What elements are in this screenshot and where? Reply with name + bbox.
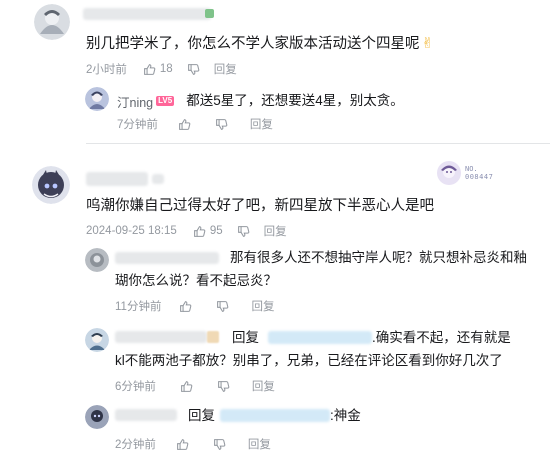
comment-meta: 2024-09-25 18:15 95 回复 xyxy=(86,223,287,239)
mention-blurred[interactable] xyxy=(220,409,330,422)
comment-time: 2024-09-25 18:15 xyxy=(86,225,177,237)
reply-time: 2分钟前 xyxy=(115,439,156,451)
reply-text: 都送5星了，还想要送4星，别太贪。 xyxy=(186,93,404,108)
reply-time: 6分钟前 xyxy=(115,381,156,393)
username-blurred xyxy=(152,174,164,184)
dislike-icon[interactable] xyxy=(213,438,226,451)
like-count: 18 xyxy=(159,63,173,75)
avatar[interactable] xyxy=(34,4,70,40)
dislike-icon[interactable] xyxy=(187,63,200,76)
like-icon[interactable] xyxy=(143,63,156,76)
username-blurred[interactable] xyxy=(83,8,211,20)
fan-badge xyxy=(207,331,219,343)
reply-text-line2: kl不能两池子都放？别串了，兄弟，已经在评论区看到你好几次了 xyxy=(115,353,503,368)
fan-badge xyxy=(205,9,214,18)
like-icon[interactable] xyxy=(176,438,189,451)
reply-header: 汀ning LV5 都送5星了，还想要送4星，别太贪。 xyxy=(117,90,404,112)
reply-prefix: 回复 xyxy=(232,330,259,345)
level-badge: LV5 xyxy=(156,96,175,106)
username-blurred[interactable] xyxy=(86,172,148,186)
fan-number-badge: NO. 008447 xyxy=(436,160,493,186)
reply-avatar[interactable] xyxy=(85,87,109,111)
reply-meta: 6分钟前 回复 xyxy=(115,378,275,394)
like-icon[interactable] xyxy=(193,225,206,238)
badge-character-icon xyxy=(436,160,462,186)
comment-meta: 2小时前 18 回复 xyxy=(86,61,237,77)
like-icon[interactable] xyxy=(179,300,192,313)
dislike-icon[interactable] xyxy=(216,300,229,313)
reply-button[interactable]: 回复 xyxy=(264,223,287,239)
mention-blurred[interactable] xyxy=(268,331,372,344)
reply-avatar[interactable] xyxy=(85,328,109,352)
reply-button[interactable]: 回复 xyxy=(252,378,275,394)
victory-hand-emoji: ✌ xyxy=(421,36,434,52)
badge-number: 008447 xyxy=(465,173,494,181)
reply-text-line1: 那有很多人还不想抽守岸人呢？就只想补忌炎和釉 xyxy=(230,250,527,265)
reply-time: 7分钟前 xyxy=(117,119,158,131)
reply-avatar[interactable] xyxy=(85,405,109,429)
badge-no: NO. xyxy=(465,165,478,173)
username-blurred[interactable] xyxy=(115,409,177,421)
reply-meta: 2分钟前 回复 xyxy=(115,436,271,452)
username-blurred[interactable] xyxy=(115,331,207,343)
reply-text-line2: 瑚你怎么说？看不起忌炎？ xyxy=(115,273,277,288)
comment-time: 2小时前 xyxy=(86,64,127,76)
reply-button[interactable]: 回复 xyxy=(250,116,273,132)
reply-username[interactable]: 汀ning xyxy=(117,92,153,111)
dislike-icon[interactable] xyxy=(217,380,230,393)
divider xyxy=(86,143,550,144)
avatar[interactable] xyxy=(32,166,70,204)
username-blurred[interactable] xyxy=(115,252,219,264)
reply-button[interactable]: 回复 xyxy=(214,61,237,77)
comment-text: 呜潮你嫌自己过得太好了吧，新四星放下半恶心人是吧 xyxy=(86,198,434,214)
like-icon[interactable] xyxy=(178,118,191,131)
like-count: 95 xyxy=(209,225,223,237)
reply-text-line1: .确实看不起，还有就是 xyxy=(372,330,511,345)
dislike-icon[interactable] xyxy=(237,225,250,238)
dislike-icon[interactable] xyxy=(215,118,228,131)
comment-text: 别几把学米了，你怎么不学人家版本活动送个四星呢 ✌ xyxy=(86,36,434,52)
reply-text: :神金 xyxy=(330,408,361,423)
reply-prefix: 回复 xyxy=(188,408,215,423)
like-icon[interactable] xyxy=(180,380,193,393)
reply-meta: 11分钟前 回复 xyxy=(115,298,274,314)
reply-time: 11分钟前 xyxy=(115,301,162,313)
reply-avatar[interactable] xyxy=(85,248,109,272)
reply-meta: 7分钟前 回复 xyxy=(117,116,273,132)
reply-button[interactable]: 回复 xyxy=(251,298,274,314)
reply-button[interactable]: 回复 xyxy=(248,436,271,452)
